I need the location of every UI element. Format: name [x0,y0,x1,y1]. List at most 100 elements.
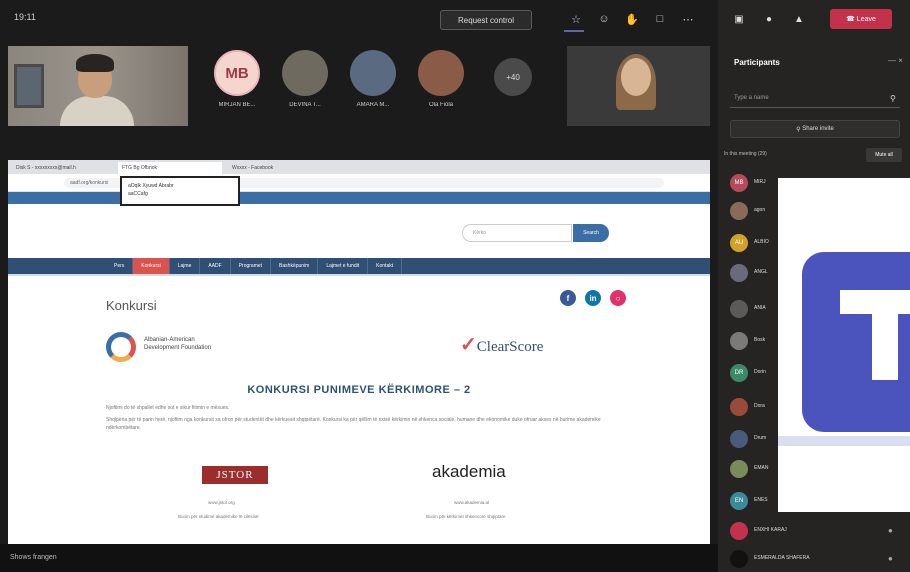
logo-caption: Burim për kërkimet shkencore shqiptare [426,514,506,519]
nav-strip [8,258,106,274]
nav-item[interactable]: Pers [106,258,134,274]
clearscore-check-icon: ✓ [460,334,477,356]
browser-address-bar: aadf.org/konkursi [8,174,710,192]
participant-search-input[interactable]: Type a name [730,90,900,108]
page-content: Konkursi f in ○ Albanian-American Develo… [8,276,710,544]
participant-name: Dorin [754,369,766,375]
mic-icon[interactable]: ● [762,12,776,26]
more-options-icon[interactable]: ⋯ [680,11,696,27]
nav-item[interactable]: Kontakt [368,258,403,274]
avatar [730,550,748,568]
share-tray-icon[interactable]: ☆ [568,11,584,27]
tooltip-subtitle: aaCCafg [128,191,148,197]
site-search-input[interactable]: Kërko [462,224,572,242]
leave-label: Leave [856,15,876,23]
browser-tab-bar: Disk S - xxxxxxxxx@mail.h FTG Bg Ofbnok … [8,160,710,174]
participant-tile[interactable]: AMARA M... [340,50,406,120]
leave-button[interactable]: ☎ Leave [830,9,892,29]
main-heading: KONKURSI PUNIMEVE KËRKIMORE – 2 [247,384,471,396]
share-screen-icon[interactable]: ▲ [792,12,806,26]
logo-caption: www.akademia.al [454,500,490,505]
participant-name: Dora [754,403,765,409]
meeting-toolbar: 19:11 Request control ☆ ☺ ✋ □ ⋯ [0,0,718,38]
avatar [730,460,748,478]
mute-all-button[interactable]: Mute all [866,148,902,162]
presenter-label: Shows frangen [10,554,57,561]
avatar: DR [730,364,748,382]
participant-name: ANGL [754,269,768,275]
avatar [730,300,748,318]
participant-name: ANIA [754,305,766,311]
tooltip-title: aOqlk Xyuwd Abrabr [128,183,174,189]
participant-list-item[interactable]: ESMERALDA SHAFERA ● [728,548,906,570]
browser-tab[interactable]: Disk S - xxxxxxxxx@mail.h [12,162,108,174]
facebook-icon[interactable]: f [560,290,576,306]
participant-name: Drum [754,435,767,441]
nav-item[interactable]: Bashkëpunim [271,258,319,274]
more-participants-button[interactable]: +40 [494,58,532,96]
teams-logo-shadow [778,436,910,446]
reactions-icon[interactable]: ☺ [596,11,612,27]
akademia-logo[interactable]: akademia [432,462,506,482]
video-strip: MB MIRJAN BE... DEVINA T... AMARA M... O… [0,38,718,130]
browser-tab[interactable]: Wxxxx - Facebook [228,162,332,174]
instagram-icon[interactable]: ○ [610,290,626,306]
participant-tile[interactable]: Ola Fiola [408,50,474,120]
nav-item[interactable]: AADF [200,258,231,274]
nav-item[interactable]: Lajmet e fundit [318,258,369,274]
avatar [730,264,748,282]
site-search-button[interactable]: Search [573,224,609,242]
paragraph: Shqipëria për të parin herë, njoftim nga… [106,417,601,431]
nav-item[interactable]: Lajme [170,258,201,274]
pinned-video[interactable] [567,46,710,126]
meeting-stage: 19:11 Request control ☆ ☺ ✋ □ ⋯ MB MIRJA… [0,0,718,572]
participant-name: DEVINA T... [289,102,321,108]
participant-list-item[interactable]: ENXHI KARAJ ● [728,520,906,542]
avatar [350,50,396,96]
avatar [730,430,748,448]
request-control-button[interactable]: Request control [440,10,532,30]
participant-tile[interactable]: MB MIRJAN BE... [204,50,270,120]
share-invite-label: Share invite [802,126,834,132]
presenter-bar: Shows frangen [0,544,718,572]
browser-tab[interactable]: FTG Bg Ofbnok [118,162,222,174]
site-topbar [8,192,710,204]
camera-icon[interactable]: ▣ [732,12,746,26]
avatar: MB [214,50,260,96]
participant-name: Ola Fiola [428,102,453,108]
participant-name: MIRJAN BE... [218,102,256,108]
avatar: EN [730,492,748,510]
avatar [730,398,748,416]
nav-item-active[interactable]: Konkursi [133,258,170,274]
participant-tile[interactable]: DEVINA T... [272,50,338,120]
clearscore-logo: ✓ClearScore [460,332,543,357]
mic-off-icon: ● [888,526,893,535]
close-icon[interactable]: — × [888,56,903,65]
shared-screen: Disk S - xxxxxxxxx@mail.h FTG Bg Ofbnok … [8,160,710,544]
active-indicator [564,30,584,32]
participant-name: ENXHI KARAJ [754,527,787,533]
jstor-logo[interactable]: JSTOR [202,466,268,484]
chat-icon[interactable]: □ [652,11,668,27]
linkedin-icon[interactable]: in [585,290,601,306]
participant-name: MIRJ [754,179,766,185]
teams-letter-icon [840,290,910,380]
paragraph: Njoftimi do të shpallet edhe sot e sikur… [106,405,230,411]
page-title: Konkursi [106,298,157,313]
participant-name: ESMERALDA SHAFERA [754,555,810,561]
raise-hand-icon[interactable]: ✋ [624,11,640,27]
avatar [418,50,464,96]
logo-caption: www.jstor.org [208,500,235,505]
avatar [730,522,748,540]
teams-splash-overlay [778,178,910,512]
avatar [730,202,748,220]
site-header: Kërko Search [8,204,710,258]
in-meeting-header[interactable]: In this meeting (29) [724,151,767,157]
participant-name: ENES [754,497,768,503]
share-invite-button[interactable]: ⚲ Share invite [730,120,900,138]
self-video[interactable] [8,46,188,126]
search-icon: ⚲ [890,94,896,103]
aadf-logo: Albanian-American Development Foundation [106,330,266,370]
nav-item[interactable]: Programet [231,258,272,274]
aadf-line: Development Foundation [144,345,212,351]
